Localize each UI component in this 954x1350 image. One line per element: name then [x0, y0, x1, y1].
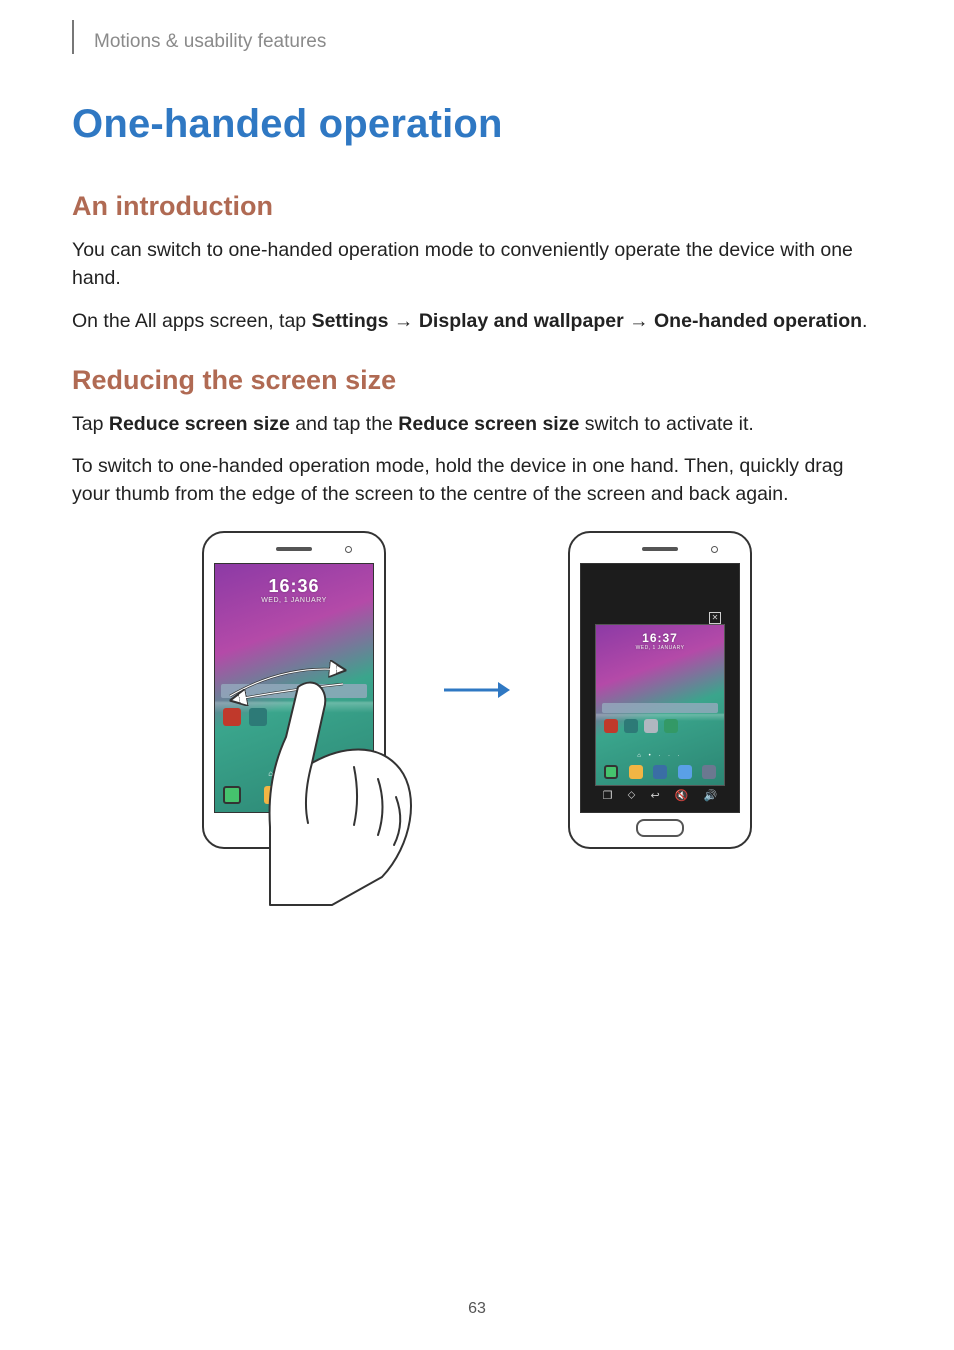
widget-row — [223, 708, 267, 726]
reduce-paragraph-2: To switch to one-handed operation mode, … — [72, 452, 882, 509]
browser-app-icon — [678, 765, 692, 779]
bold-one-handed: One-handed operation — [654, 310, 862, 332]
vol-up-icon: 🔊 — [704, 789, 718, 802]
header-rule — [72, 20, 74, 54]
transition-arrow-icon — [442, 678, 512, 702]
section-heading-reduce: Reducing the screen size — [72, 365, 882, 396]
mail-app-icon — [653, 765, 667, 779]
breadcrumb: Motions & usability features — [94, 31, 326, 53]
phone-screen-right: ✕ 16:37 WED, 1 JANUARY ⌂ • · · · — [580, 563, 740, 813]
intro-paragraph-2: On the All apps screen, tap Settings → D… — [72, 307, 882, 335]
app-icon — [664, 719, 678, 733]
contacts-app-icon — [629, 765, 643, 779]
vol-down-icon: 🔇 — [675, 789, 689, 802]
clock: 16:37 WED, 1 JANUARY — [596, 631, 724, 651]
home-icon: ⬦ — [628, 789, 636, 802]
search-bar — [602, 703, 718, 713]
bold-reduce-2: Reduce screen size — [398, 413, 579, 435]
earpiece-icon — [642, 547, 678, 551]
phone-illustration-right: ✕ 16:37 WED, 1 JANUARY ⌂ • · · · — [568, 531, 752, 849]
text: switch to activate it. — [579, 413, 753, 435]
clock-date: WED, 1 JANUARY — [596, 645, 724, 651]
arrow-glyph: → — [389, 310, 419, 332]
arrow-glyph: → — [624, 310, 654, 332]
close-icon: ✕ — [709, 612, 721, 624]
bold-reduce-1: Reduce screen size — [109, 413, 290, 435]
figure-row: 16:36 WED, 1 JANUARY ⌂ • · · · — [72, 531, 882, 849]
clock-date: WED, 1 JANUARY — [215, 597, 373, 604]
softkey-bar: ❐ ⬦ ↩ 🔇 🔊 — [595, 788, 725, 804]
app-icon — [604, 719, 618, 733]
back-icon: ↩ — [650, 789, 659, 802]
bold-settings: Settings — [312, 310, 389, 332]
app-icon — [644, 719, 658, 733]
home-button-icon — [636, 819, 684, 837]
page-number: 63 — [0, 1300, 954, 1318]
phone-app-icon — [604, 765, 618, 779]
text: On the All apps screen, tap — [72, 310, 312, 332]
text: and tap the — [290, 413, 398, 435]
page-indicator: ⌂ • · · · — [596, 753, 724, 759]
clock-time: 16:36 — [268, 576, 319, 596]
app-icon — [223, 708, 241, 726]
sensor-icon — [345, 546, 352, 553]
dock-row — [602, 765, 718, 779]
text: . — [862, 310, 867, 332]
reduced-screen: 16:37 WED, 1 JANUARY ⌂ • · · · — [595, 624, 725, 786]
recent-icon: ❐ — [603, 789, 613, 802]
page-header: Motions & usability features — [72, 30, 882, 54]
reduce-paragraph-1: Tap Reduce screen size and tap the Reduc… — [72, 410, 882, 438]
app-icon — [624, 719, 638, 733]
intro-paragraph-1: You can switch to one-handed operation m… — [72, 236, 882, 293]
apps-icon — [702, 765, 716, 779]
clock: 16:36 WED, 1 JANUARY — [215, 576, 373, 604]
page-title: One-handed operation — [72, 102, 882, 147]
phone-app-icon — [223, 786, 241, 804]
sensor-icon — [711, 546, 718, 553]
hand-icon — [262, 677, 432, 907]
clock-time: 16:37 — [642, 631, 678, 645]
text: Tap — [72, 413, 109, 435]
widget-row — [604, 719, 678, 733]
figure-before: 16:36 WED, 1 JANUARY ⌂ • · · · — [202, 531, 386, 849]
bold-display-wallpaper: Display and wallpaper — [419, 310, 624, 332]
earpiece-icon — [276, 547, 312, 551]
section-heading-intro: An introduction — [72, 191, 882, 222]
